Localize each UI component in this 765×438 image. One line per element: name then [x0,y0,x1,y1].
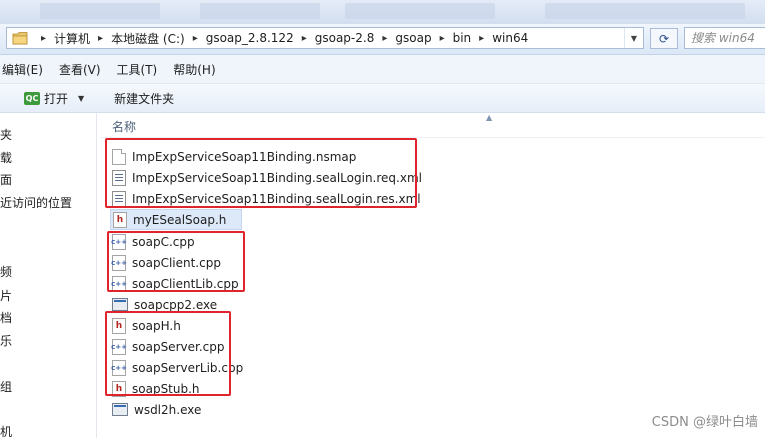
nav-item[interactable]: 面 [0,171,12,188]
refresh-button[interactable]: ⟳ [650,28,678,49]
chevron-right-icon[interactable]: ▸ [187,33,204,44]
annotation-box-client-sources [107,231,245,292]
open-label: 打开 [44,91,69,106]
file-name: myESealSoap.h [133,212,227,227]
search-input[interactable] [691,29,765,47]
header-file-icon: h [113,211,127,228]
menu-help[interactable]: 帮助(H) [165,61,223,78]
file-list: ▲ 名称 ImpExpServiceSoap11Binding.nsmap Im… [100,113,765,438]
nav-item[interactable]: 机 [0,423,12,438]
nav-item[interactable]: 档 [0,309,12,326]
file-name: soapcpp2.exe [134,297,218,312]
annotation-box-generated-xml [105,138,417,208]
chevron-right-icon[interactable]: ▸ [92,33,109,44]
breadcrumb-item[interactable]: bin [451,31,474,45]
menu-edit[interactable]: 编辑(E) [0,61,51,78]
background-tab [345,3,495,19]
breadcrumb-item[interactable]: gsoap-2.8 [313,31,377,45]
chevron-right-icon[interactable]: ▸ [434,33,451,44]
search-field[interactable] [684,27,765,49]
menu-view[interactable]: 查看(V) [51,61,109,78]
command-bar: QC 打开 ▼ 新建文件夹 [0,84,765,113]
breadcrumb: ▸ 计算机 ▸ 本地磁盘 (C:) ▸ gsoap_2.8.122 ▸ gsoa… [35,28,530,48]
file-row[interactable]: wsdl2h.exe [112,399,201,420]
column-header-name[interactable]: 名称 [112,118,136,135]
watermark: CSDN @绿叶白墙 [651,415,758,430]
new-folder-button[interactable]: 新建文件夹 [114,90,174,107]
address-bar[interactable]: ▸ 计算机 ▸ 本地磁盘 (C:) ▸ gsoap_2.8.122 ▸ gsoa… [6,27,644,49]
sort-arrow-icon: ▲ [486,113,493,122]
nav-item[interactable]: 片 [0,287,12,304]
nav-item[interactable]: 乐 [0,332,12,349]
nav-item-recent-places[interactable]: 近访问的位置 [0,194,72,211]
qc-app-icon: QC [24,91,40,105]
chevron-right-icon[interactable]: ▸ [296,33,313,44]
file-name: wsdl2h.exe [134,402,202,417]
background-tab [40,3,160,19]
navigation-pane: 夹 载 面 近访问的位置 频 片 档 乐 组 机 [0,113,97,438]
nav-item[interactable]: 频 [0,263,12,280]
address-bar-row: ▸ 计算机 ▸ 本地磁盘 (C:) ▸ gsoap_2.8.122 ▸ gsoa… [0,24,765,55]
executable-file-icon [112,403,128,416]
menu-tools[interactable]: 工具(T) [109,61,166,78]
menu-bar: 编辑(E) 查看(V) 工具(T) 帮助(H) [0,55,765,84]
nav-item[interactable]: 组 [0,378,12,395]
executable-file-icon [112,298,128,311]
open-button[interactable]: QC 打开 ▼ [24,90,84,107]
chevron-right-icon[interactable]: ▸ [376,33,393,44]
breadcrumb-item[interactable]: win64 [490,31,530,45]
background-tab [545,3,745,19]
nav-item[interactable]: 夹 [0,126,12,143]
background-tab [200,3,320,19]
chevron-right-icon[interactable]: ▸ [473,33,490,44]
breadcrumb-item[interactable]: 计算机 [52,30,92,47]
file-row-selected[interactable]: h myESealSoap.h [110,209,242,230]
breadcrumb-item[interactable]: 本地磁盘 (C:) [109,30,187,47]
history-dropdown-button[interactable]: ▼ [624,28,643,48]
folder-icon [12,32,28,45]
breadcrumb-item[interactable]: gsoap_2.8.122 [204,31,296,45]
refresh-icon: ⟳ [658,31,670,46]
chevron-right-icon[interactable]: ▸ [35,33,52,44]
breadcrumb-item[interactable]: gsoap [393,31,433,45]
chevron-down-icon[interactable]: ▼ [78,94,84,103]
nav-item[interactable]: 载 [0,149,12,166]
taskbar-strip [0,0,765,24]
annotation-box-server-sources [105,311,231,396]
